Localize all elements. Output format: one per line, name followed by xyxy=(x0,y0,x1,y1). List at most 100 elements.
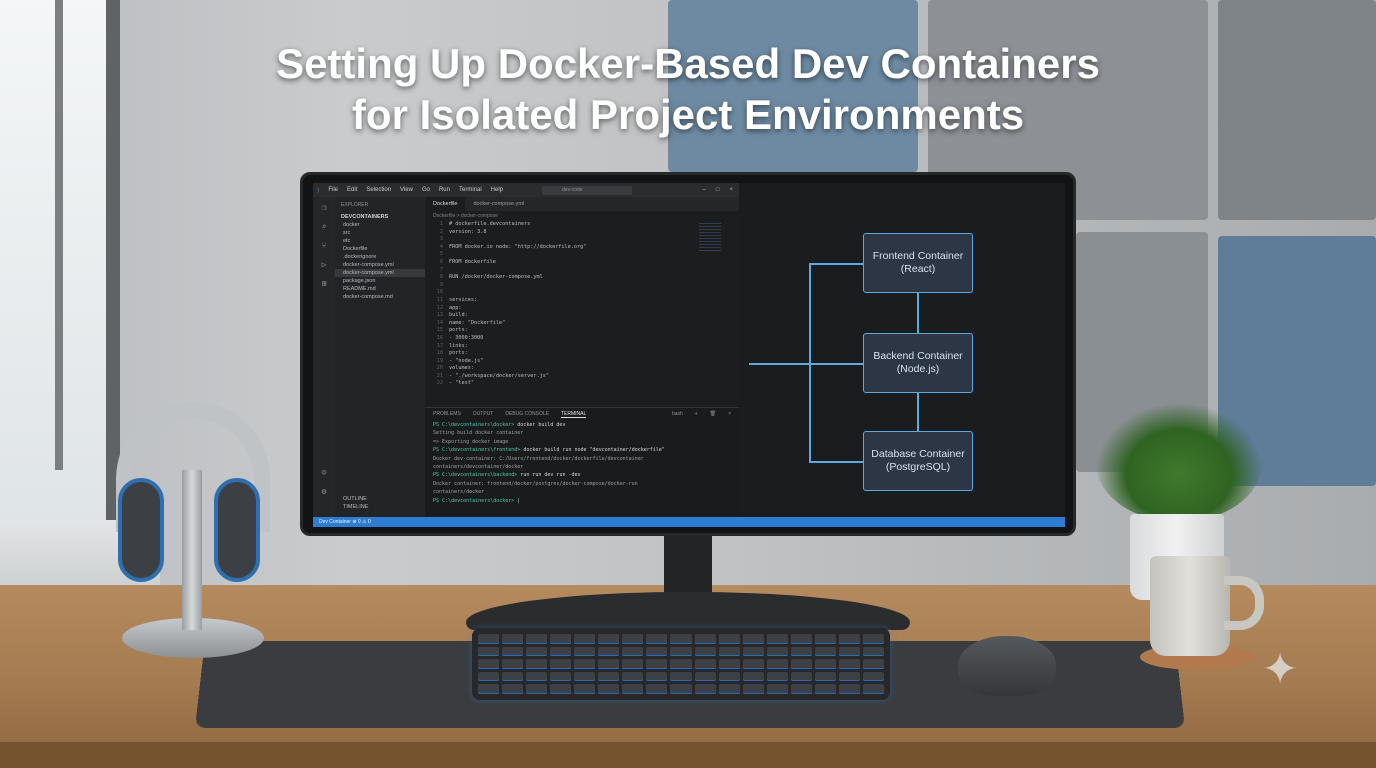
terminal-text: containers/docker xyxy=(433,489,485,496)
tree-item[interactable]: package.json xyxy=(335,277,425,285)
tree-item[interactable]: docker-compose.md xyxy=(335,293,425,301)
plant xyxy=(1096,404,1262,522)
line-number: 17 xyxy=(436,342,443,349)
keyboard-key xyxy=(502,659,524,669)
explorer-icon[interactable]: ❐ xyxy=(322,203,327,212)
keyboard-key xyxy=(670,646,692,657)
menu-terminal[interactable]: Terminal xyxy=(459,187,482,193)
code-line: 13 build: xyxy=(425,312,739,320)
keyboard-key xyxy=(646,671,668,682)
menu-help[interactable]: Help xyxy=(491,187,503,193)
keyboard-key xyxy=(478,634,500,644)
line-number: 9 xyxy=(439,281,443,288)
terminal-line: containers/docker xyxy=(425,488,739,496)
line-number: 14 xyxy=(436,319,443,326)
line-number: 18 xyxy=(436,350,443,357)
tree-item[interactable]: docker xyxy=(335,221,425,229)
tree-item[interactable]: Dockerfile xyxy=(335,245,425,253)
keyboard-key xyxy=(694,684,716,694)
menu-view[interactable]: View xyxy=(400,187,413,193)
gear-icon[interactable]: ⚙ xyxy=(322,487,327,496)
keyboard-key xyxy=(670,659,692,669)
code-area[interactable]: 1 # dockerfile.devcontainers 2 version: 3.8… xyxy=(425,221,739,388)
terminal-output[interactable]: PS C:\devcontainers\docker> docker build… xyxy=(425,421,739,505)
run-debug-icon[interactable]: ▷ xyxy=(322,260,327,269)
code-line: 3 xyxy=(425,236,739,244)
extensions-icon[interactable]: ⊞ xyxy=(322,279,327,288)
status-bar[interactable]: Dev Container ⊗ 0 ⚠ 0 xyxy=(313,517,1065,527)
keyboard-key xyxy=(478,646,500,657)
tab-dockerfile[interactable]: Dockerfile xyxy=(425,197,466,211)
sparkle-icon: ✦ xyxy=(1261,645,1299,694)
close-panel-icon[interactable]: × xyxy=(728,411,731,418)
keyboard-key xyxy=(862,671,884,682)
keyboard-key xyxy=(862,634,884,644)
terminal-line: PS C:\devcontainers\frontend> docker bui… xyxy=(425,446,739,454)
command-search-input[interactable]: dev-code xyxy=(542,185,633,195)
tree-item[interactable]: etc xyxy=(335,237,425,245)
terminal-text: Docker dev-container: C:/Users/frontend/… xyxy=(433,455,644,462)
code-editor-window: ⟩ File Edit Selection View Go Run Termin… xyxy=(313,183,739,527)
headline: Setting Up Docker-Based Dev Containers f… xyxy=(0,38,1376,140)
source-control-icon[interactable]: ⑂ xyxy=(322,241,327,250)
keyboard-key xyxy=(574,684,596,694)
close-icon[interactable]: × xyxy=(729,187,733,193)
code-text: version: 3.8 xyxy=(449,228,487,235)
minimize-icon[interactable]: – xyxy=(703,187,706,193)
menu-file[interactable]: File xyxy=(328,187,338,193)
mug xyxy=(1150,556,1230,656)
keyboard-key xyxy=(598,671,620,682)
tab-output[interactable]: OUTPUT xyxy=(473,411,494,418)
tree-item[interactable]: docker-compose.yml xyxy=(335,261,425,269)
tab-terminal[interactable]: TERMINAL xyxy=(560,411,587,418)
tree-item[interactable]: docker-compose.yml xyxy=(335,269,425,277)
keyboard-key xyxy=(622,684,644,694)
terminal-line: containers/devcontainer/docker xyxy=(425,463,739,471)
keyboard-key xyxy=(766,671,788,682)
terminal-line: PS C:\devcontainers\docker> docker build… xyxy=(425,421,739,429)
keyboard-key xyxy=(550,671,572,682)
keyboard-key xyxy=(862,684,884,694)
window-controls: – □ × xyxy=(703,187,733,193)
line-number: 21 xyxy=(436,372,443,379)
menu-selection[interactable]: Selection xyxy=(366,187,391,193)
line-number: 2 xyxy=(439,228,443,235)
explorer-section[interactable]: DEVCONTAINERS xyxy=(335,213,425,221)
box-detail: (React) xyxy=(900,263,936,275)
tree-item[interactable]: README.md xyxy=(335,285,425,293)
breadcrumb: Dockerfile > docker-compose xyxy=(433,213,498,219)
code-text: RUN /docker/docker-compose.yml xyxy=(449,274,543,281)
add-terminal-icon[interactable]: + xyxy=(695,411,698,418)
keyboard-key xyxy=(574,671,596,682)
menu-run[interactable]: Run xyxy=(439,187,450,193)
tree-item[interactable]: src xyxy=(335,229,425,237)
search-icon[interactable]: ⌕ xyxy=(322,222,327,231)
menu-go[interactable]: Go xyxy=(422,187,430,193)
code-text: FROM docker.io node: "http://dockerfile.… xyxy=(449,243,587,250)
connector-line xyxy=(917,393,919,431)
trash-icon[interactable]: 🗑 xyxy=(710,411,716,418)
keyboard-key xyxy=(790,634,812,644)
outline-section[interactable]: OUTLINE xyxy=(335,495,425,503)
menu-edit[interactable]: Edit xyxy=(347,187,357,193)
tab-problems[interactable]: PROBLEMS xyxy=(433,411,461,418)
keyboard-key xyxy=(766,659,788,669)
terminal-shell-label[interactable]: bash xyxy=(672,411,683,418)
keyboard-key xyxy=(574,659,596,669)
terminal-prompt: PS C:\devcontainers\docker> xyxy=(433,422,515,428)
keyboard-key xyxy=(622,671,644,682)
headline-line-1: Setting Up Docker-Based Dev Containers xyxy=(276,40,1100,87)
tab-debug-console[interactable]: DEBUG CONSOLE xyxy=(505,411,549,418)
line-number: 16 xyxy=(436,334,443,341)
line-number: 1 xyxy=(439,221,443,227)
keyboard-key xyxy=(814,659,836,669)
minimap[interactable] xyxy=(699,223,721,253)
tree-item[interactable]: .dockerignore xyxy=(335,253,425,261)
account-icon[interactable]: ☺ xyxy=(322,468,327,477)
tab-docker-compose[interactable]: docker-compose.yml xyxy=(465,197,532,211)
keyboard xyxy=(472,628,890,700)
maximize-icon[interactable]: □ xyxy=(716,187,720,193)
timeline-section[interactable]: TIMELINE xyxy=(335,503,425,511)
terminal-text: run run dev run -dev xyxy=(517,472,581,479)
keyboard-key xyxy=(790,671,812,682)
